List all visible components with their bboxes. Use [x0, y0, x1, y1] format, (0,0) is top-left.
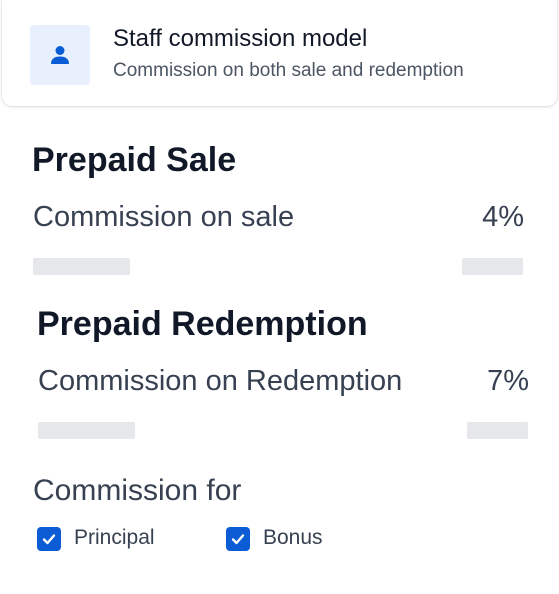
commission-model-card[interactable]: Staff commission model Commission on bot… [2, 0, 557, 106]
avatar [30, 25, 90, 85]
commission-on-sale-value[interactable]: 4% [482, 201, 524, 234]
commission-on-sale-label: Commission on sale [33, 201, 295, 233]
placeholder-bar [38, 422, 135, 439]
principal-label[interactable]: Principal [74, 526, 155, 550]
principal-checkbox[interactable] [37, 527, 61, 551]
bonus-checkbox[interactable] [226, 527, 250, 551]
model-subtitle: Commission on both sale and redemption [113, 60, 464, 81]
placeholder-bar [33, 258, 130, 275]
commission-on-redemption-value[interactable]: 7% [487, 365, 529, 398]
checkmark-icon [42, 534, 56, 545]
bonus-label[interactable]: Bonus [263, 526, 323, 550]
placeholder-bar [462, 258, 523, 275]
prepaid-sale-heading: Prepaid Sale [32, 141, 237, 179]
prepaid-redemption-heading: Prepaid Redemption [37, 305, 368, 343]
person-icon [51, 46, 69, 64]
commission-for-heading: Commission for [33, 474, 242, 507]
checkmark-icon [231, 534, 245, 545]
model-title: Staff commission model [113, 25, 368, 52]
placeholder-bar [467, 422, 528, 439]
commission-on-redemption-label: Commission on Redemption [38, 365, 403, 397]
